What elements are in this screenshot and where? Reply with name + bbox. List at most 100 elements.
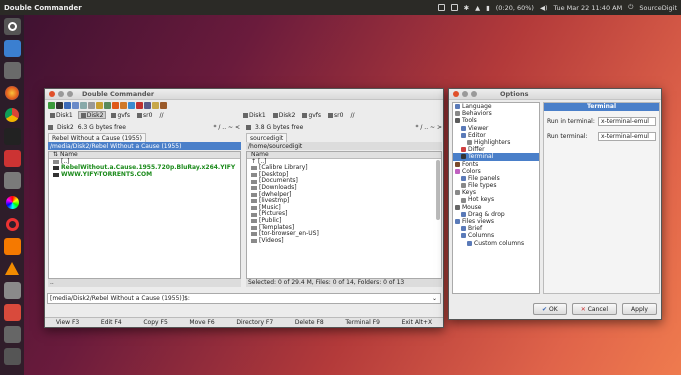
pack-icon[interactable] (96, 101, 103, 109)
dc-titlebar[interactable]: Double Commander (45, 89, 443, 100)
run-in-terminal-input[interactable]: x-terminal-emul (598, 117, 656, 126)
drive-network-right[interactable]: // (348, 111, 356, 119)
software-center-icon[interactable] (3, 238, 21, 255)
tree-item-differ[interactable]: Differ (453, 146, 539, 153)
compare-icon[interactable] (88, 101, 95, 109)
terminal-f9-button[interactable]: Terminal F9 (345, 319, 380, 326)
trash-icon[interactable] (3, 348, 21, 365)
properties-icon[interactable] (144, 101, 151, 109)
maximize-icon[interactable] (471, 91, 477, 97)
tree-item-terminal[interactable]: Terminal (453, 153, 539, 161)
close-icon[interactable] (49, 91, 55, 97)
directory-f7-button[interactable]: Directory F7 (236, 319, 273, 326)
right-path-bar[interactable]: /home/sourcedigit (246, 142, 442, 150)
minimize-icon[interactable] (58, 91, 64, 97)
tree-item-editor[interactable]: Editor (453, 132, 539, 139)
edit-f4-button[interactable]: Edit F4 (101, 319, 122, 326)
left-column-header[interactable]: ⇅ Name (49, 151, 240, 159)
power-icon[interactable]: ⏻ (628, 3, 633, 12)
system-settings-icon[interactable] (3, 326, 21, 343)
tree-item-file-types[interactable]: File types (453, 182, 539, 189)
options-titlebar[interactable]: Options (449, 89, 661, 100)
tree-item-brief[interactable]: Brief (453, 225, 539, 232)
folder-icon[interactable] (152, 101, 159, 109)
apply-button[interactable]: Apply (622, 303, 657, 315)
drive-sr0-right[interactable]: sr0 (326, 111, 345, 119)
tree-item-colors[interactable]: Colors (453, 168, 539, 175)
view-f3-button[interactable]: View F3 (56, 319, 79, 326)
rename-icon[interactable] (120, 101, 127, 109)
tree-item-mouse[interactable]: Mouse (453, 204, 539, 211)
tree-item-language[interactable]: Language (453, 103, 539, 110)
chevron-down-icon[interactable]: ⌄ (432, 295, 437, 302)
right-column-header[interactable]: Name (247, 152, 441, 159)
document-viewer-icon[interactable] (3, 150, 21, 167)
left-disk-name[interactable]: Disk2 (57, 124, 74, 131)
drive-network-left[interactable]: // (157, 111, 165, 119)
maximize-icon[interactable] (67, 91, 73, 97)
unpack-icon[interactable] (104, 101, 111, 109)
home-folder-icon[interactable] (3, 62, 21, 79)
tree-item-drag-drop[interactable]: Drag & drop (453, 211, 539, 218)
text-editor-icon[interactable] (3, 282, 21, 299)
thumbnail-view-icon[interactable] (80, 101, 87, 109)
vlc-icon[interactable] (4, 260, 21, 277)
battery-status[interactable]: (0:20, 60%) (496, 4, 534, 12)
tree-item-fonts[interactable]: Fonts (453, 161, 539, 168)
refresh-icon[interactable] (48, 101, 55, 109)
bluetooth-icon[interactable]: ✱ (464, 4, 469, 12)
brief-view-icon[interactable] (64, 101, 71, 109)
drive-disk2-right[interactable]: Disk2 (271, 111, 298, 119)
tree-item-custom-columns[interactable]: Custom columns (453, 240, 539, 247)
tree-item-hot-keys[interactable]: Hot keys (453, 196, 539, 203)
right-root-button[interactable]: * / .. ~ > (415, 124, 442, 131)
cancel-button[interactable]: ✕ Cancel (571, 303, 618, 315)
firefox-icon[interactable] (4, 84, 21, 101)
dropbox-icon[interactable] (437, 4, 445, 11)
delete-f8-button[interactable]: Delete F8 (295, 319, 324, 326)
drive-gvfs-left[interactable]: gvfs (109, 111, 132, 119)
terminal-icon[interactable] (56, 101, 63, 109)
drive-disk1-right[interactable]: Disk1 (241, 111, 268, 119)
tree-item-keys[interactable]: Keys (453, 189, 539, 196)
disk-icon[interactable] (3, 172, 21, 189)
exit-button[interactable]: Exit Alt+X (402, 319, 433, 326)
close-icon[interactable] (453, 91, 459, 97)
options-tree[interactable]: Language Behaviors Tools Viewer Editor Highli… (452, 102, 540, 294)
tree-item-tools[interactable]: Tools (453, 117, 539, 124)
tree-item-file-panels[interactable]: File panels (453, 175, 539, 182)
ok-button[interactable]: ✔ OK (532, 303, 567, 315)
double-commander-icon[interactable] (3, 304, 21, 321)
minimize-icon[interactable] (462, 91, 468, 97)
tree-item-behaviors[interactable]: Behaviors (453, 110, 539, 117)
right-scrollbar[interactable] (436, 160, 440, 220)
color-picker-icon[interactable] (4, 194, 21, 211)
tree-item-highlighters[interactable]: Highlighters (453, 139, 539, 146)
left-file-panel[interactable]: ⇅ Name [..] RebelWithout.a.Cause.1955.72… (48, 151, 241, 279)
sync-icon[interactable] (128, 101, 135, 109)
tree-item-columns[interactable]: Columns (453, 232, 539, 239)
volume-icon[interactable]: ◀) (540, 4, 548, 12)
keyboard-icon[interactable] (450, 4, 458, 11)
move-f6-button[interactable]: Move F6 (189, 319, 214, 326)
edit-icon[interactable] (160, 101, 167, 109)
left-tab[interactable]: Rebel Without a Cause (1955) (48, 133, 146, 142)
right-file-panel[interactable]: Name ↑ [..] [Calibre Library] [Desktop] [… (246, 151, 442, 279)
left-root-button[interactable]: * / .. ~ < (213, 124, 240, 131)
left-path-bar[interactable]: /media/Disk2/Rebel Without a Cause (1955… (48, 142, 241, 150)
drive-sr0-left[interactable]: sr0 (135, 111, 154, 119)
drive-disk1-left[interactable]: Disk1 (48, 111, 75, 119)
opera-icon[interactable] (4, 216, 21, 233)
tree-item-viewer[interactable]: Viewer (453, 125, 539, 132)
dash-icon[interactable] (3, 18, 21, 35)
battery-icon[interactable]: ▮ (486, 4, 490, 12)
network-icon[interactable]: ▲ (475, 4, 480, 12)
drive-disk2-left[interactable]: Disk2 (77, 111, 107, 119)
chrome-icon[interactable] (4, 106, 21, 123)
terminal-icon[interactable] (3, 128, 21, 145)
command-line[interactable]: [media/Disk2/Rebel Without a Cause (1955… (47, 293, 441, 304)
tree-item-files-views[interactable]: Files views (453, 218, 539, 225)
clock[interactable]: Tue Mar 22 11:40 AM (554, 4, 623, 12)
files-icon[interactable] (3, 40, 21, 57)
drive-gvfs-right[interactable]: gvfs (300, 111, 323, 119)
